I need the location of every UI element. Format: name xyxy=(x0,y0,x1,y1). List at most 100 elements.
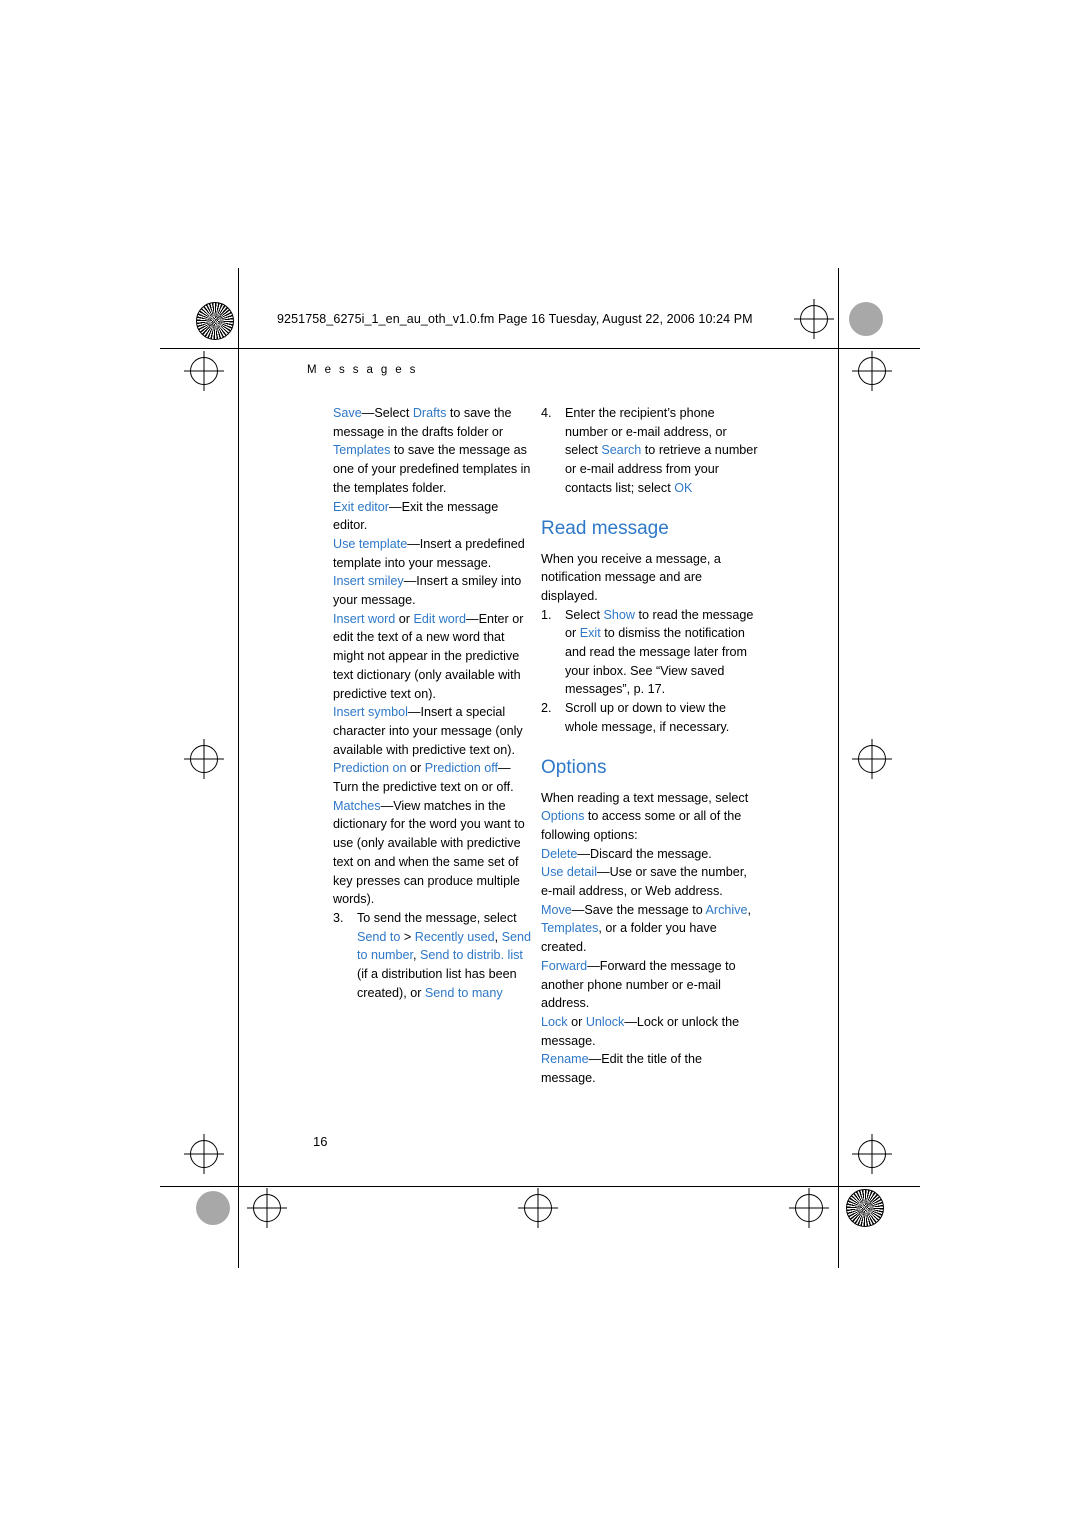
left-step-3-run-6: , xyxy=(413,948,421,963)
read-message-step-1: 1. Select Show to read the message or Exi… xyxy=(541,606,760,700)
move-item-run-4: Templates xyxy=(541,921,599,936)
insert-word-item-run-0: Insert word xyxy=(333,611,396,626)
prediction-item-run-0: Prediction on xyxy=(333,761,407,776)
gray-dot-top-right xyxy=(849,302,883,336)
left-step-3-run-3: Recently used xyxy=(414,929,495,944)
registration-mark-bottom-inner-left xyxy=(253,1194,281,1222)
file-header-line: 9251758_6275i_1_en_au_oth_v1.0.fm Page 1… xyxy=(277,312,753,326)
read-message-steps: 1. Select Show to read the message or Exi… xyxy=(541,606,760,737)
crop-line-vertical-right xyxy=(838,268,839,1268)
prediction-item-run-1: or xyxy=(406,761,425,776)
save-item-run-4: Templates xyxy=(333,443,391,458)
read-message-step-2-run-0: Scroll up or down to view the whole mess… xyxy=(565,701,730,734)
right-column: 4. Enter the recipient’s phone number or… xyxy=(541,404,760,1088)
delete-item-run-0: Delete xyxy=(541,846,578,861)
use-detail-item-run-0: Use detail xyxy=(541,865,598,880)
insert-symbol-item: Insert symbol—Insert a special character… xyxy=(333,703,532,759)
forward-item: Forward—Forward the message to another p… xyxy=(541,957,760,1013)
left-column-items: Save—Select Drafts to save the message i… xyxy=(333,404,532,909)
move-item-run-1: —Save the message to xyxy=(571,902,706,917)
running-header: M e s s a g e s xyxy=(307,364,418,376)
insert-word-item: Insert word or Edit word—Enter or edit t… xyxy=(333,610,532,704)
lock-item-run-1: or xyxy=(567,1014,586,1029)
insert-word-item-run-2: Edit word xyxy=(413,611,467,626)
left-step-3-run-0: To send the message, select xyxy=(357,910,517,925)
crop-line-horizontal-top xyxy=(160,348,920,349)
read-message-step-1-run-3: Exit xyxy=(579,626,601,641)
left-step-3-text: To send the message, select Send to > Re… xyxy=(357,909,532,1003)
lock-item: Lock or Unlock—Lock or unlock the messag… xyxy=(541,1013,760,1050)
use-detail-item: Use detail—Use or save the number, e-mai… xyxy=(541,863,760,900)
lock-item-run-2: Unlock xyxy=(585,1014,625,1029)
registration-mark-bottom-inner-right xyxy=(795,1194,823,1222)
move-item-run-2: Archive xyxy=(705,902,748,917)
left-column: Save—Select Drafts to save the message i… xyxy=(333,404,532,1003)
registration-mark-top-right xyxy=(858,357,886,385)
forward-item-run-0: Forward xyxy=(541,958,588,973)
exit-editor-item-run-0: Exit editor xyxy=(333,499,389,514)
read-message-step-1-text: Select Show to read the message or Exit … xyxy=(565,606,760,700)
registration-mark-bottom-center xyxy=(524,1194,552,1222)
crop-line-vertical-left xyxy=(238,268,239,1268)
registration-mark-bottom-right xyxy=(858,1140,886,1168)
left-step-3-run-2: > xyxy=(400,929,415,944)
manual-page: 9251758_6275i_1_en_au_oth_v1.0.fm Page 1… xyxy=(0,0,1080,1527)
left-step-3-run-4: , xyxy=(494,929,502,944)
prediction-item-run-2: Prediction off xyxy=(424,761,498,776)
insert-smiley-item: Insert smiley—Insert a smiley into your … xyxy=(333,572,532,609)
read-message-step-2-text: Scroll up or down to view the whole mess… xyxy=(565,699,760,736)
matches-item-run-1: —View matches in the dictionary for the … xyxy=(333,798,525,907)
right-step-4-number: 4. xyxy=(541,406,552,420)
right-step-4-text: Enter the recipient’s phone number or e-… xyxy=(565,404,760,498)
delete-item: Delete—Discard the message. xyxy=(541,845,760,864)
delete-item-run-1: —Discard the message. xyxy=(577,846,712,861)
read-message-step-1-run-0: Select xyxy=(565,607,604,622)
options-heading: Options xyxy=(541,756,607,778)
read-message-heading: Read message xyxy=(541,517,669,539)
gray-dot-bottom-left xyxy=(196,1191,230,1225)
use-template-item-run-0: Use template xyxy=(333,536,408,551)
save-item-run-0: Save xyxy=(333,406,362,420)
move-item-run-3: , xyxy=(747,902,752,917)
right-step-4-run-1: Search xyxy=(601,443,642,458)
options-intro-run-1: Options xyxy=(541,809,585,824)
read-message-step-2: 2. Scroll up or down to view the whole me… xyxy=(541,699,760,736)
save-item-run-2: Drafts xyxy=(412,406,447,420)
registration-mark-mid-right xyxy=(858,745,886,773)
insert-word-item-run-1: or xyxy=(395,611,414,626)
matches-item: Matches—View matches in the dictionary f… xyxy=(333,797,532,909)
read-message-intro: When you receive a message, a notificati… xyxy=(541,551,721,603)
registration-mark-bottom-left xyxy=(190,1140,218,1168)
options-items: Delete—Discard the message. Use detail—Us… xyxy=(541,845,760,1088)
right-step-4: 4. Enter the recipient’s phone number or… xyxy=(541,404,760,498)
insert-symbol-item-run-0: Insert symbol xyxy=(333,705,408,720)
left-step-3-run-7: Send to distrib. list xyxy=(420,948,523,963)
registration-mark-top-left xyxy=(190,357,218,385)
page-number: 16 xyxy=(313,1134,328,1149)
exit-editor-item: Exit editor—Exit the message editor. xyxy=(333,498,532,535)
options-intro: When reading a text message, select Opti… xyxy=(541,789,760,845)
registration-mark-mid-left xyxy=(190,745,218,773)
save-item-run-1: —Select xyxy=(361,406,413,420)
read-message-step-2-number: 2. xyxy=(541,701,552,716)
move-item-run-0: Move xyxy=(541,902,572,917)
options-intro-run-0: When reading a text message, select xyxy=(541,790,749,805)
star-target-top-left xyxy=(196,302,234,340)
lock-item-run-0: Lock xyxy=(541,1014,568,1029)
move-item: Move—Save the message to Archive, Templa… xyxy=(541,901,760,957)
left-step-3: 3. To send the message, select Send to >… xyxy=(333,909,532,1003)
star-target-bottom-right xyxy=(846,1189,884,1227)
read-message-step-1-number: 1. xyxy=(541,607,552,622)
registration-mark-header-right xyxy=(800,305,828,333)
right-step-4-run-3: OK xyxy=(674,480,693,495)
prediction-item: Prediction on or Prediction off—Turn the… xyxy=(333,759,532,796)
rename-item-run-0: Rename xyxy=(541,1052,589,1067)
insert-smiley-item-run-0: Insert smiley xyxy=(333,574,404,589)
use-template-item: Use template—Insert a predefined templat… xyxy=(333,535,532,572)
crop-line-horizontal-bottom xyxy=(160,1186,920,1187)
left-step-3-run-1: Send to xyxy=(357,929,401,944)
left-step-3-number: 3. xyxy=(333,910,344,925)
read-message-step-1-run-1: Show xyxy=(603,607,636,622)
rename-item: Rename—Edit the title of the message. xyxy=(541,1050,760,1087)
save-item: Save—Select Drafts to save the message i… xyxy=(333,404,532,498)
